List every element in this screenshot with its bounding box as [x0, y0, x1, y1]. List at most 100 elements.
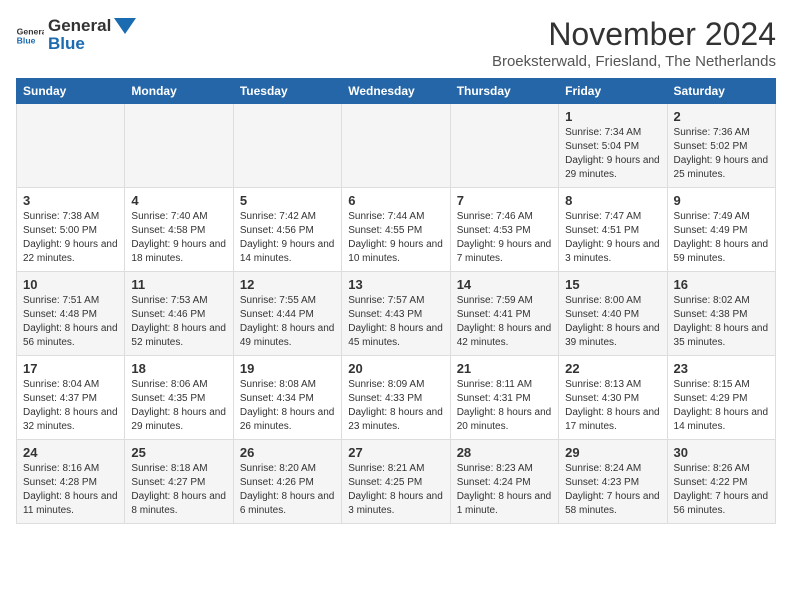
calendar-cell: 10Sunrise: 7:51 AM Sunset: 4:48 PM Dayli… — [17, 272, 125, 356]
day-info: Sunrise: 7:44 AM Sunset: 4:55 PM Dayligh… — [348, 210, 443, 266]
day-info: Sunrise: 8:21 AM Sunset: 4:25 PM Dayligh… — [348, 462, 443, 518]
calendar-cell: 2 Sunrise: 7:36 AM Sunset: 5:02 PM Daylig… — [667, 104, 775, 188]
calendar-week-row: 10Sunrise: 7:51 AM Sunset: 4:48 PM Dayli… — [17, 272, 776, 356]
day-number: 24 — [23, 445, 118, 460]
logo-triangle-icon — [114, 18, 136, 34]
day-info: Sunrise: 8:20 AM Sunset: 4:26 PM Dayligh… — [240, 462, 335, 518]
day-info: Sunrise: 7:42 AM Sunset: 4:56 PM Dayligh… — [240, 210, 335, 266]
calendar-week-row: 3 Sunrise: 7:38 AM Sunset: 5:00 PM Daylig… — [17, 188, 776, 272]
calendar-cell: 27 Sunrise: 8:21 AM Sunset: 4:25 PM Dayli… — [342, 440, 450, 524]
calendar-cell: 12 Sunrise: 7:55 AM Sunset: 4:44 PM Dayli… — [233, 272, 341, 356]
day-number: 29 — [565, 445, 660, 460]
header-wednesday: Wednesday — [342, 79, 450, 104]
header-friday: Friday — [559, 79, 667, 104]
day-number: 22 — [565, 361, 660, 376]
day-info: Sunrise: 8:23 AM Sunset: 4:24 PM Dayligh… — [457, 462, 552, 518]
day-number: 30 — [674, 445, 769, 460]
logo-icon: General Blue — [16, 25, 44, 45]
logo-blue: Blue — [48, 34, 136, 54]
day-number: 12 — [240, 277, 335, 292]
calendar-cell: 3 Sunrise: 7:38 AM Sunset: 5:00 PM Daylig… — [17, 188, 125, 272]
logo: General Blue General Blue — [16, 16, 136, 54]
day-info: Sunrise: 7:40 AM Sunset: 4:58 PM Dayligh… — [131, 210, 226, 266]
day-number: 20 — [348, 361, 443, 376]
day-info: Sunrise: 8:13 AM Sunset: 4:30 PM Dayligh… — [565, 378, 660, 434]
calendar-cell — [125, 104, 233, 188]
day-info: Sunrise: 8:16 AM Sunset: 4:28 PM Dayligh… — [23, 462, 118, 518]
calendar-cell: 29 Sunrise: 8:24 AM Sunset: 4:23 PM Dayli… — [559, 440, 667, 524]
page-header: General Blue General Blue November 2024 … — [16, 16, 776, 70]
calendar-header-row: SundayMondayTuesdayWednesdayThursdayFrid… — [17, 79, 776, 104]
day-number: 25 — [131, 445, 226, 460]
title-block: November 2024 Broeksterwald, Friesland, … — [492, 16, 776, 70]
calendar-cell: 13Sunrise: 7:57 AM Sunset: 4:43 PM Dayli… — [342, 272, 450, 356]
calendar-cell: 17Sunrise: 8:04 AM Sunset: 4:37 PM Dayli… — [17, 356, 125, 440]
day-info: Sunrise: 7:47 AM Sunset: 4:51 PM Dayligh… — [565, 210, 660, 266]
day-number: 5 — [240, 193, 335, 208]
calendar-cell — [233, 104, 341, 188]
day-info: Sunrise: 8:06 AM Sunset: 4:35 PM Dayligh… — [131, 378, 226, 434]
calendar-week-row: 1 Sunrise: 7:34 AM Sunset: 5:04 PM Daylig… — [17, 104, 776, 188]
logo-general: General — [48, 16, 111, 36]
calendar-cell: 1 Sunrise: 7:34 AM Sunset: 5:04 PM Daylig… — [559, 104, 667, 188]
day-number: 1 — [565, 109, 660, 124]
calendar-cell: 15Sunrise: 8:00 AM Sunset: 4:40 PM Dayli… — [559, 272, 667, 356]
day-number: 21 — [457, 361, 552, 376]
svg-text:Blue: Blue — [17, 36, 36, 45]
calendar-cell: 30 Sunrise: 8:26 AM Sunset: 4:22 PM Dayli… — [667, 440, 775, 524]
day-info: Sunrise: 7:36 AM Sunset: 5:02 PM Dayligh… — [674, 126, 769, 182]
day-number: 9 — [674, 193, 769, 208]
day-info: Sunrise: 7:38 AM Sunset: 5:00 PM Dayligh… — [23, 210, 118, 266]
day-number: 4 — [131, 193, 226, 208]
day-number: 27 — [348, 445, 443, 460]
day-number: 3 — [23, 193, 118, 208]
calendar-cell: 9Sunrise: 7:49 AM Sunset: 4:49 PM Daylig… — [667, 188, 775, 272]
calendar-week-row: 24 Sunrise: 8:16 AM Sunset: 4:28 PM Dayli… — [17, 440, 776, 524]
day-info: Sunrise: 8:24 AM Sunset: 4:23 PM Dayligh… — [565, 462, 660, 518]
day-number: 6 — [348, 193, 443, 208]
calendar-cell: 19Sunrise: 8:08 AM Sunset: 4:34 PM Dayli… — [233, 356, 341, 440]
calendar-cell: 21 Sunrise: 8:11 AM Sunset: 4:31 PM Dayli… — [450, 356, 558, 440]
day-info: Sunrise: 8:11 AM Sunset: 4:31 PM Dayligh… — [457, 378, 552, 434]
day-info: Sunrise: 8:09 AM Sunset: 4:33 PM Dayligh… — [348, 378, 443, 434]
calendar-cell: 25Sunrise: 8:18 AM Sunset: 4:27 PM Dayli… — [125, 440, 233, 524]
calendar-cell: 26Sunrise: 8:20 AM Sunset: 4:26 PM Dayli… — [233, 440, 341, 524]
calendar-cell — [450, 104, 558, 188]
header-thursday: Thursday — [450, 79, 558, 104]
header-sunday: Sunday — [17, 79, 125, 104]
day-number: 7 — [457, 193, 552, 208]
calendar-cell: 20 Sunrise: 8:09 AM Sunset: 4:33 PM Dayli… — [342, 356, 450, 440]
calendar-cell: 18 Sunrise: 8:06 AM Sunset: 4:35 PM Dayli… — [125, 356, 233, 440]
day-info: Sunrise: 7:57 AM Sunset: 4:43 PM Dayligh… — [348, 294, 443, 350]
calendar-table: SundayMondayTuesdayWednesdayThursdayFrid… — [16, 78, 776, 524]
calendar-cell — [17, 104, 125, 188]
day-info: Sunrise: 8:15 AM Sunset: 4:29 PM Dayligh… — [674, 378, 769, 434]
calendar-cell: 14Sunrise: 7:59 AM Sunset: 4:41 PM Dayli… — [450, 272, 558, 356]
day-number: 18 — [131, 361, 226, 376]
calendar-cell: 4 Sunrise: 7:40 AM Sunset: 4:58 PM Daylig… — [125, 188, 233, 272]
calendar-cell: 6 Sunrise: 7:44 AM Sunset: 4:55 PM Daylig… — [342, 188, 450, 272]
day-number: 2 — [674, 109, 769, 124]
header-tuesday: Tuesday — [233, 79, 341, 104]
day-info: Sunrise: 8:00 AM Sunset: 4:40 PM Dayligh… — [565, 294, 660, 350]
day-info: Sunrise: 8:26 AM Sunset: 4:22 PM Dayligh… — [674, 462, 769, 518]
day-info: Sunrise: 7:53 AM Sunset: 4:46 PM Dayligh… — [131, 294, 226, 350]
day-info: Sunrise: 7:55 AM Sunset: 4:44 PM Dayligh… — [240, 294, 335, 350]
svg-text:General: General — [17, 26, 44, 36]
month-title: November 2024 — [492, 16, 776, 53]
calendar-week-row: 17Sunrise: 8:04 AM Sunset: 4:37 PM Dayli… — [17, 356, 776, 440]
day-number: 16 — [674, 277, 769, 292]
calendar-cell: 16 Sunrise: 8:02 AM Sunset: 4:38 PM Dayli… — [667, 272, 775, 356]
day-number: 11 — [131, 277, 226, 292]
day-info: Sunrise: 7:51 AM Sunset: 4:48 PM Dayligh… — [23, 294, 118, 350]
calendar-cell: 22 Sunrise: 8:13 AM Sunset: 4:30 PM Dayli… — [559, 356, 667, 440]
day-info: Sunrise: 7:34 AM Sunset: 5:04 PM Dayligh… — [565, 126, 660, 182]
header-monday: Monday — [125, 79, 233, 104]
day-number: 19 — [240, 361, 335, 376]
day-info: Sunrise: 7:59 AM Sunset: 4:41 PM Dayligh… — [457, 294, 552, 350]
day-info: Sunrise: 8:02 AM Sunset: 4:38 PM Dayligh… — [674, 294, 769, 350]
day-number: 8 — [565, 193, 660, 208]
calendar-cell: 24 Sunrise: 8:16 AM Sunset: 4:28 PM Dayli… — [17, 440, 125, 524]
calendar-cell: 7Sunrise: 7:46 AM Sunset: 4:53 PM Daylig… — [450, 188, 558, 272]
calendar-cell: 11 Sunrise: 7:53 AM Sunset: 4:46 PM Dayli… — [125, 272, 233, 356]
